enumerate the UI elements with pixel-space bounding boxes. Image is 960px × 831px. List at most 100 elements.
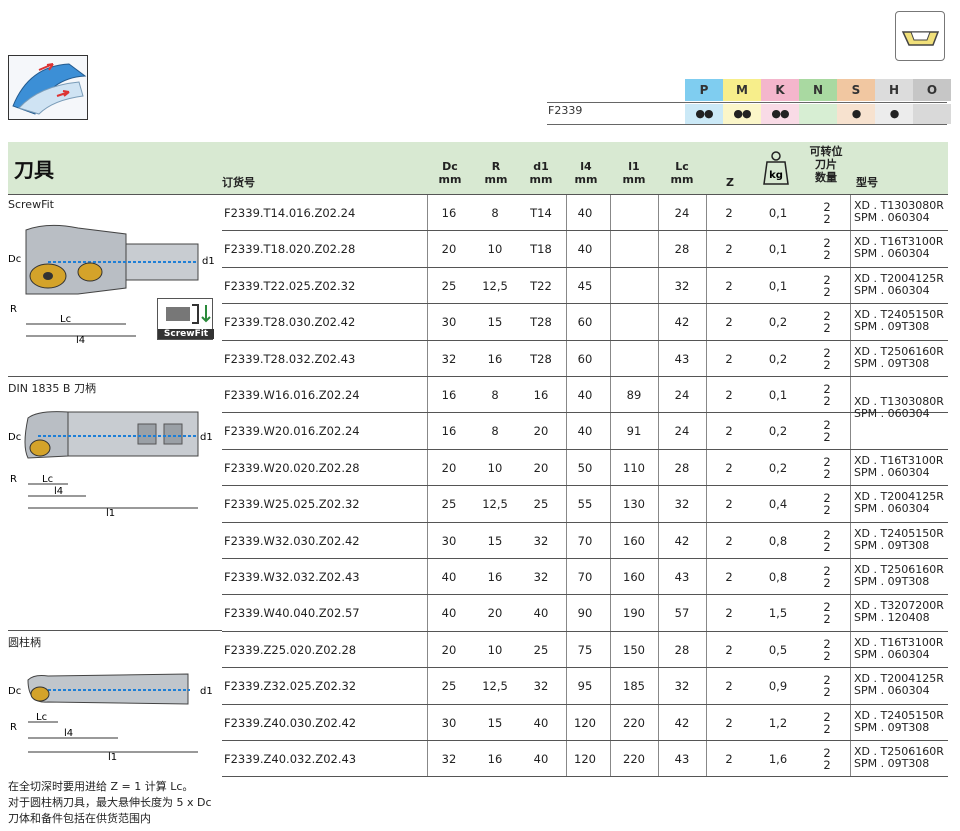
table-row: F2339.T14.016.Z02.24 16 8 T14 40 24 2 0,1 2 2 XD .… bbox=[222, 194, 948, 230]
material-cell: K bbox=[761, 79, 799, 101]
svg-text:l4: l4 bbox=[54, 486, 63, 497]
svg-text:l1: l1 bbox=[106, 508, 115, 518]
cell-type: XD . T1303080R SPM . 060304 bbox=[850, 195, 948, 231]
din-tool-drawing: Dc d1 R Lc l4 l1 bbox=[8, 396, 218, 519]
type-screw: SPM . 09T308 bbox=[854, 538, 930, 552]
svg-text:d1: d1 bbox=[202, 256, 215, 267]
col-order: 订货号 bbox=[222, 176, 255, 189]
cell-quantity: 22 bbox=[804, 595, 850, 631]
type-screw: SPM . 09T308 bbox=[854, 320, 930, 334]
cell-lc: 57 bbox=[674, 606, 690, 621]
cell-dc: 32 bbox=[441, 752, 457, 766]
type-insert: XD . T16T3100R bbox=[854, 635, 944, 649]
cell-r: 12,5 bbox=[482, 497, 508, 512]
table-row: F2339.T22.025.Z02.32 25 12,5 T22 45 32 2 0,1 2 2 X… bbox=[222, 266, 948, 303]
cell-l4: 120 bbox=[574, 752, 596, 766]
merged-type-cell: XD . T1303080R SPM . 060304 bbox=[854, 396, 944, 420]
table-row: F2339.W32.032.Z02.43 40 16 32 70 160 43 2 0,8 2 2 X… bbox=[222, 558, 948, 594]
cell-d1: T18 bbox=[530, 242, 552, 257]
cell-kg: 0,9 bbox=[768, 679, 788, 694]
cell-code: F2339.T22.025.Z02.32 bbox=[224, 278, 356, 293]
col-inserts: 可转位 刀片 数量 bbox=[809, 145, 843, 184]
cell-code: F2339.W32.032.Z02.43 bbox=[224, 570, 360, 584]
cell-r: 20 bbox=[487, 606, 503, 621]
type-insert: XD . T2405150R bbox=[854, 526, 944, 540]
milling-application-icon bbox=[8, 55, 88, 120]
material-cell: H bbox=[875, 79, 913, 101]
cell-kg: 1,6 bbox=[768, 752, 788, 766]
cell-kg: 0,1 bbox=[768, 206, 788, 220]
cell-z: 2 bbox=[725, 242, 733, 257]
cell-quantity: 22 bbox=[804, 486, 850, 522]
col-d1: d1 mm bbox=[529, 160, 553, 186]
cell-d1: T22 bbox=[530, 278, 552, 293]
cell-l1 bbox=[610, 231, 658, 267]
cell-dc: 20 bbox=[441, 242, 457, 257]
col-l4: l4 mm bbox=[574, 160, 598, 186]
cell-d1: T14 bbox=[530, 206, 552, 220]
cell-code: F2339.W25.025.Z02.32 bbox=[224, 497, 360, 512]
rating-dots: ● bbox=[875, 104, 913, 124]
cell-l4: 55 bbox=[577, 497, 593, 512]
cell-kg: 0,1 bbox=[768, 278, 788, 293]
type-screw: SPM . 09T308 bbox=[854, 575, 930, 588]
cell-d1: 32 bbox=[533, 570, 549, 584]
cell-l1: 160 bbox=[623, 533, 645, 548]
type-insert: XD . T2405150R bbox=[854, 708, 944, 722]
col-dc: Dc mm bbox=[438, 160, 462, 186]
cell-z: 2 bbox=[725, 606, 733, 621]
svg-text:l1: l1 bbox=[108, 752, 117, 763]
cell-type: XD . T2506160R SPM . 09T308 bbox=[850, 559, 948, 595]
quantity-2: 2 bbox=[823, 576, 831, 590]
cell-d1: 40 bbox=[533, 715, 549, 730]
cell-d1: 20 bbox=[533, 460, 549, 475]
cell-dc: 25 bbox=[441, 278, 457, 293]
cell-type: XD . T3207200R SPM . 120408 bbox=[850, 595, 948, 631]
cell-lc: 28 bbox=[674, 242, 690, 257]
cell-lc: 28 bbox=[674, 642, 690, 657]
type-screw: SPM . 060304 bbox=[854, 283, 930, 297]
quantity-2: 2 bbox=[823, 357, 831, 372]
table-row: F2339.T28.032.Z02.43 32 16 T28 60 43 2 0,2 2 2 XD … bbox=[222, 339, 948, 377]
col-z: Z bbox=[726, 176, 734, 189]
cell-r: 8 bbox=[491, 388, 499, 402]
cell-d1: 40 bbox=[533, 606, 549, 621]
cell-lc: 43 bbox=[674, 570, 690, 584]
quantity-1: 2 bbox=[823, 454, 831, 469]
cell-type: XD . T16T3100R SPM . 060304 bbox=[850, 632, 948, 668]
cell-dc: 30 bbox=[441, 315, 457, 330]
svg-text:Dc: Dc bbox=[8, 686, 21, 697]
cell-dc: 40 bbox=[441, 606, 457, 621]
cell-code: F2339.T18.020.Z02.28 bbox=[224, 242, 356, 257]
type-screw: SPM . 120408 bbox=[854, 611, 930, 625]
cell-type: XD . T2004125R SPM . 060304 bbox=[850, 486, 948, 522]
cell-l1 bbox=[610, 341, 658, 377]
cell-type: XD . T2004125R SPM . 060304 bbox=[850, 668, 948, 704]
screwfit-badge-label: ScrewFit bbox=[158, 329, 214, 339]
svg-text:Lc: Lc bbox=[60, 314, 71, 325]
cell-r: 15 bbox=[487, 315, 503, 330]
material-cell: O bbox=[913, 79, 951, 101]
cell-z: 2 bbox=[725, 715, 733, 730]
type-screw: SPM . 060304 bbox=[854, 247, 930, 261]
table-row: F2339.Z32.025.Z02.32 25 12,5 32 95 185 32 2 0,9 2… bbox=[222, 667, 948, 703]
cell-dc: 16 bbox=[441, 424, 457, 439]
cell-lc: 24 bbox=[674, 388, 690, 402]
svg-text:Lc: Lc bbox=[42, 474, 53, 485]
cell-l4: 50 bbox=[577, 460, 593, 475]
cell-l4: 95 bbox=[577, 679, 593, 694]
cell-quantity: 22 bbox=[804, 668, 850, 704]
cell-l4: 70 bbox=[577, 570, 593, 584]
cell-dc: 40 bbox=[441, 570, 457, 584]
table-row: F2339.W20.020.Z02.28 20 10 20 50 110 28 2 0,2 2 2 X… bbox=[222, 448, 948, 485]
cell-code: F2339.Z25.020.Z02.28 bbox=[224, 642, 357, 657]
rating-dots: ●● bbox=[723, 104, 761, 124]
cell-z: 2 bbox=[725, 570, 733, 584]
cell-type: XD . T2405150R SPM . 09T308 bbox=[850, 304, 948, 340]
cell-quantity: 22 bbox=[804, 377, 850, 413]
cell-type: XD . T2405150R SPM . 09T308 bbox=[850, 523, 948, 559]
table-row: F2339.Z40.032.Z02.43 32 16 40 120 220 43 2 1,6 2 2… bbox=[222, 740, 948, 776]
footnote-3: 刀体和备件包括在供货范围内 bbox=[8, 812, 151, 825]
cell-code: F2339.Z32.025.Z02.32 bbox=[224, 679, 357, 694]
cell-z: 2 bbox=[725, 497, 733, 512]
